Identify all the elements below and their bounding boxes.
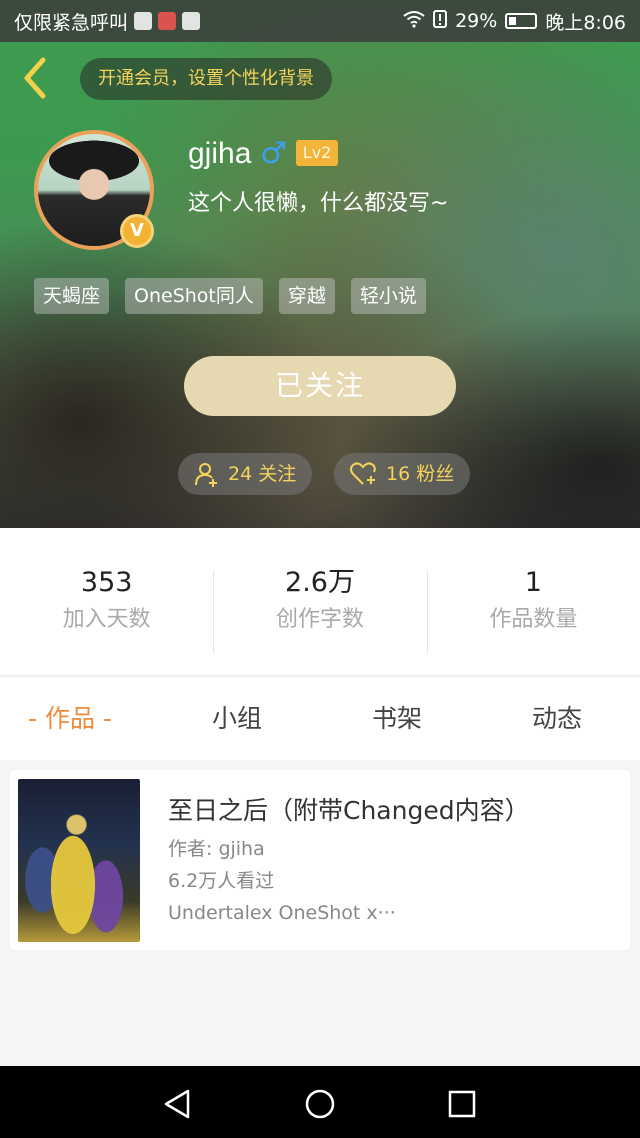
user-profile-page: 仅限紧急呼叫 29% 晚上8:06 开通会员，设置个性化背景 V gjiha ♂… bbox=[0, 0, 640, 1138]
profile-header: 仅限紧急呼叫 29% 晚上8:06 开通会员，设置个性化背景 V gjiha ♂… bbox=[0, 0, 640, 528]
nav-back-button[interactable] bbox=[162, 1088, 194, 1120]
level-badge: Lv2 bbox=[296, 140, 338, 166]
person-add-icon bbox=[195, 463, 217, 487]
heart-add-icon bbox=[350, 462, 376, 485]
battery-percent: 29% bbox=[455, 10, 498, 32]
wifi-icon bbox=[403, 10, 425, 33]
work-author: 作者: gjiha bbox=[168, 838, 265, 860]
chevron-left-icon bbox=[24, 57, 46, 99]
tag-item[interactable]: OneShot同人 bbox=[125, 278, 263, 314]
tag-item[interactable]: 轻小说 bbox=[350, 278, 426, 314]
work-views: 6.2万人看过 bbox=[168, 870, 275, 892]
stat-words: 2.6万 创作字数 bbox=[213, 564, 426, 654]
carrier-text: 仅限紧急呼叫 bbox=[14, 11, 129, 34]
verified-badge: V bbox=[120, 214, 154, 248]
work-title: 至日之后（附带Changed内容） bbox=[168, 796, 530, 825]
tag-item[interactable]: 穿越 bbox=[278, 278, 335, 314]
nav-recent-button[interactable] bbox=[446, 1088, 478, 1120]
stat-works: 1 作品数量 bbox=[426, 564, 640, 654]
work-card[interactable]: 至日之后（附带Changed内容） 作者: gjiha 6.2万人看过 Unde… bbox=[10, 770, 630, 950]
bio-text: 这个人很懒，什么都没写~ bbox=[188, 191, 449, 216]
square-recent-icon bbox=[448, 1090, 476, 1118]
triangle-back-icon bbox=[164, 1089, 190, 1119]
tag-item[interactable]: 天蝎座 bbox=[34, 278, 110, 314]
status-bar: 仅限紧急呼叫 29% 晚上8:06 bbox=[0, 0, 640, 42]
following-count: 24 关注 bbox=[228, 463, 297, 485]
username: gjiha bbox=[188, 137, 252, 170]
tab-shelf[interactable]: 书架 bbox=[372, 677, 422, 761]
profile-tabs: - 作品 - 小组 书架 动态 bbox=[0, 676, 640, 760]
stat-value: 1 bbox=[524, 567, 542, 598]
fans-button[interactable]: 16 粉丝 bbox=[334, 453, 471, 495]
stat-value: 353 bbox=[80, 567, 133, 598]
stat-label: 创作字数 bbox=[275, 607, 364, 632]
work-tags: Undertalex OneShot x··· bbox=[168, 902, 396, 924]
fans-count: 16 粉丝 bbox=[386, 463, 455, 485]
stat-label: 作品数量 bbox=[489, 607, 578, 632]
avatar[interactable]: V bbox=[34, 130, 154, 250]
hms-icon bbox=[182, 12, 201, 30]
follow-button[interactable]: 已关注 bbox=[184, 356, 456, 416]
tab-activity[interactable]: 动态 bbox=[532, 677, 582, 761]
clock: 晚上8:06 bbox=[545, 11, 626, 34]
notification-bell-icon bbox=[134, 12, 153, 30]
tab-works[interactable]: - 作品 - bbox=[28, 677, 112, 761]
stat-label: 加入天数 bbox=[62, 607, 151, 632]
circle-home-icon bbox=[305, 1089, 335, 1119]
sim-alert-icon bbox=[433, 9, 448, 33]
male-icon: ♂ bbox=[260, 136, 287, 171]
vip-promo-button[interactable]: 开通会员，设置个性化背景 bbox=[80, 58, 332, 100]
stat-value: 2.6万 bbox=[285, 567, 355, 598]
profile-stats: 353 加入天数 2.6万 创作字数 1 作品数量 bbox=[0, 528, 640, 674]
stat-days: 353 加入天数 bbox=[0, 564, 213, 638]
back-button[interactable] bbox=[14, 56, 54, 100]
system-nav-bar bbox=[0, 1066, 640, 1138]
following-button[interactable]: 24 关注 bbox=[178, 453, 313, 495]
work-cover-image bbox=[18, 779, 140, 942]
interest-tags: 天蝎座 OneShot同人 穿越 轻小说 bbox=[34, 278, 426, 314]
battery-icon bbox=[505, 13, 538, 29]
app-notification-icon bbox=[158, 12, 177, 30]
nav-home-button[interactable] bbox=[304, 1088, 336, 1120]
tab-group[interactable]: 小组 bbox=[212, 677, 262, 761]
